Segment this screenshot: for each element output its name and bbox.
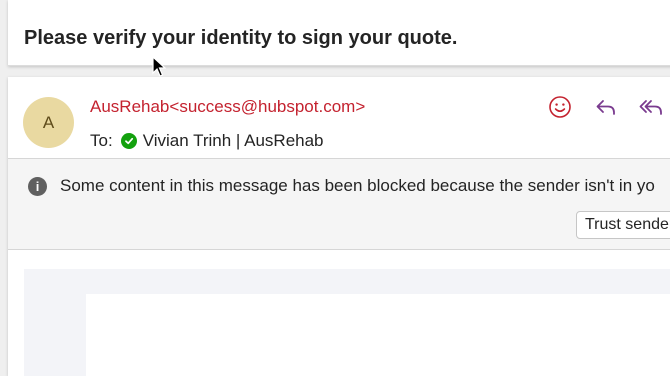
verified-check-icon <box>120 133 137 149</box>
recipient-name[interactable]: Vivian Trinh | AusRehab <box>143 131 324 151</box>
message-card: A AusRehab<success@hubspot.com> To: Vivi… <box>8 77 670 376</box>
trust-sender-button[interactable]: Trust sender <box>576 211 670 239</box>
message-body <box>24 269 670 376</box>
smiley-icon[interactable] <box>547 94 573 120</box>
to-label: To: <box>90 131 113 150</box>
blocked-content-banner: i Some content in this message has been … <box>8 158 670 250</box>
banner-message: Some content in this message has been bl… <box>60 176 655 195</box>
message-body-content <box>86 294 670 376</box>
reply-all-icon[interactable] <box>638 94 664 120</box>
email-subject: Please verify your identity to sign your… <box>24 27 458 49</box>
reply-icon[interactable] <box>593 94 619 120</box>
email-reading-pane: Please verify your identity to sign your… <box>0 0 670 376</box>
mouse-cursor-icon <box>152 56 166 77</box>
sender-address[interactable]: AusRehab<success@hubspot.com> <box>90 97 365 117</box>
avatar[interactable]: A <box>23 97 74 148</box>
info-icon: i <box>28 177 47 196</box>
recipient-line: To: Vivian Trinh | AusRehab <box>90 131 324 151</box>
subject-header: Please verify your identity to sign your… <box>8 0 670 66</box>
